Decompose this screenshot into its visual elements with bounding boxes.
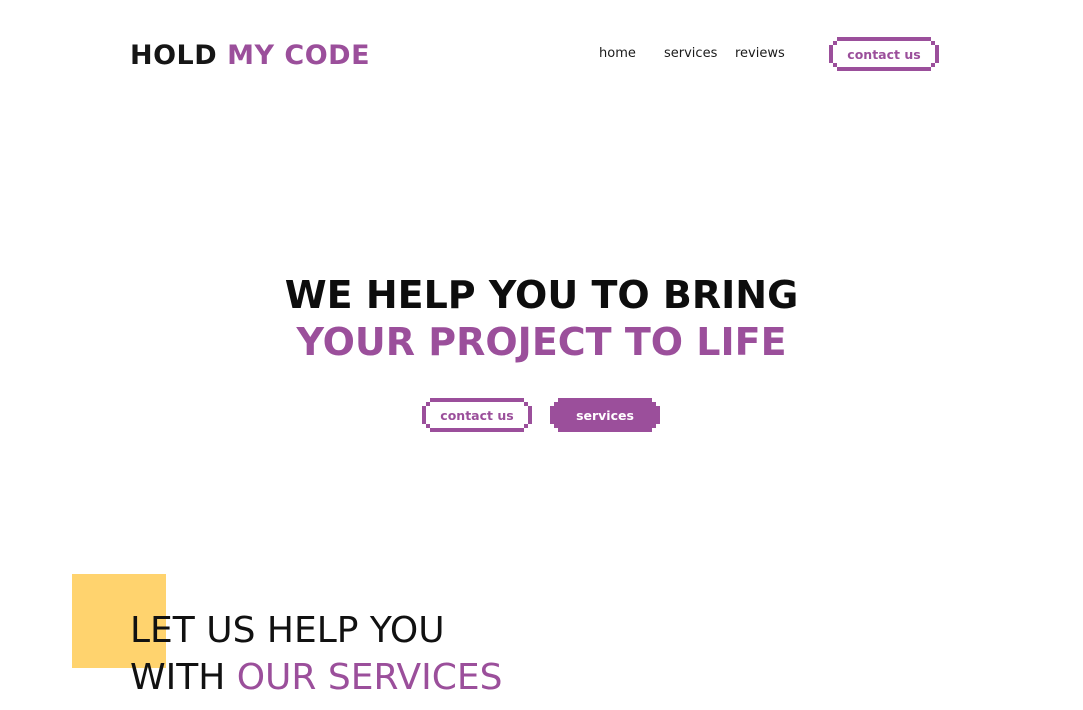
nav-home[interactable]: home (599, 45, 636, 63)
hero-contact-label: contact us (440, 407, 514, 423)
nav-services[interactable]: services (664, 45, 717, 63)
header-contact-label: contact us (847, 46, 921, 62)
services-section-heading: LET US HELP YOU WITH OUR SERVICES (130, 607, 502, 701)
hero-heading-line-2: YOUR PROJECT TO LIFE (296, 320, 787, 364)
header-contact-button[interactable]: contact us (829, 37, 939, 71)
logo-text-hold: HOLD (130, 40, 218, 71)
hero-services-button[interactable]: services (550, 398, 660, 432)
services-heading-line-2-plain: WITH (130, 657, 237, 698)
hero-heading-line-1: WE HELP YOU TO BRING (284, 273, 799, 317)
logo-text-mycode: MY CODE (227, 40, 371, 71)
logo[interactable]: HOLD MY CODE (130, 40, 370, 72)
hero-contact-button[interactable]: contact us (422, 398, 532, 432)
landing-page: HOLD MY CODE home services reviews conta… (0, 0, 1083, 710)
nav-reviews[interactable]: reviews (735, 45, 785, 63)
services-heading-line-2-accent: OUR SERVICES (236, 657, 503, 698)
services-heading-line-1: LET US HELP YOU (130, 610, 445, 651)
hero-services-label: services (576, 407, 634, 423)
